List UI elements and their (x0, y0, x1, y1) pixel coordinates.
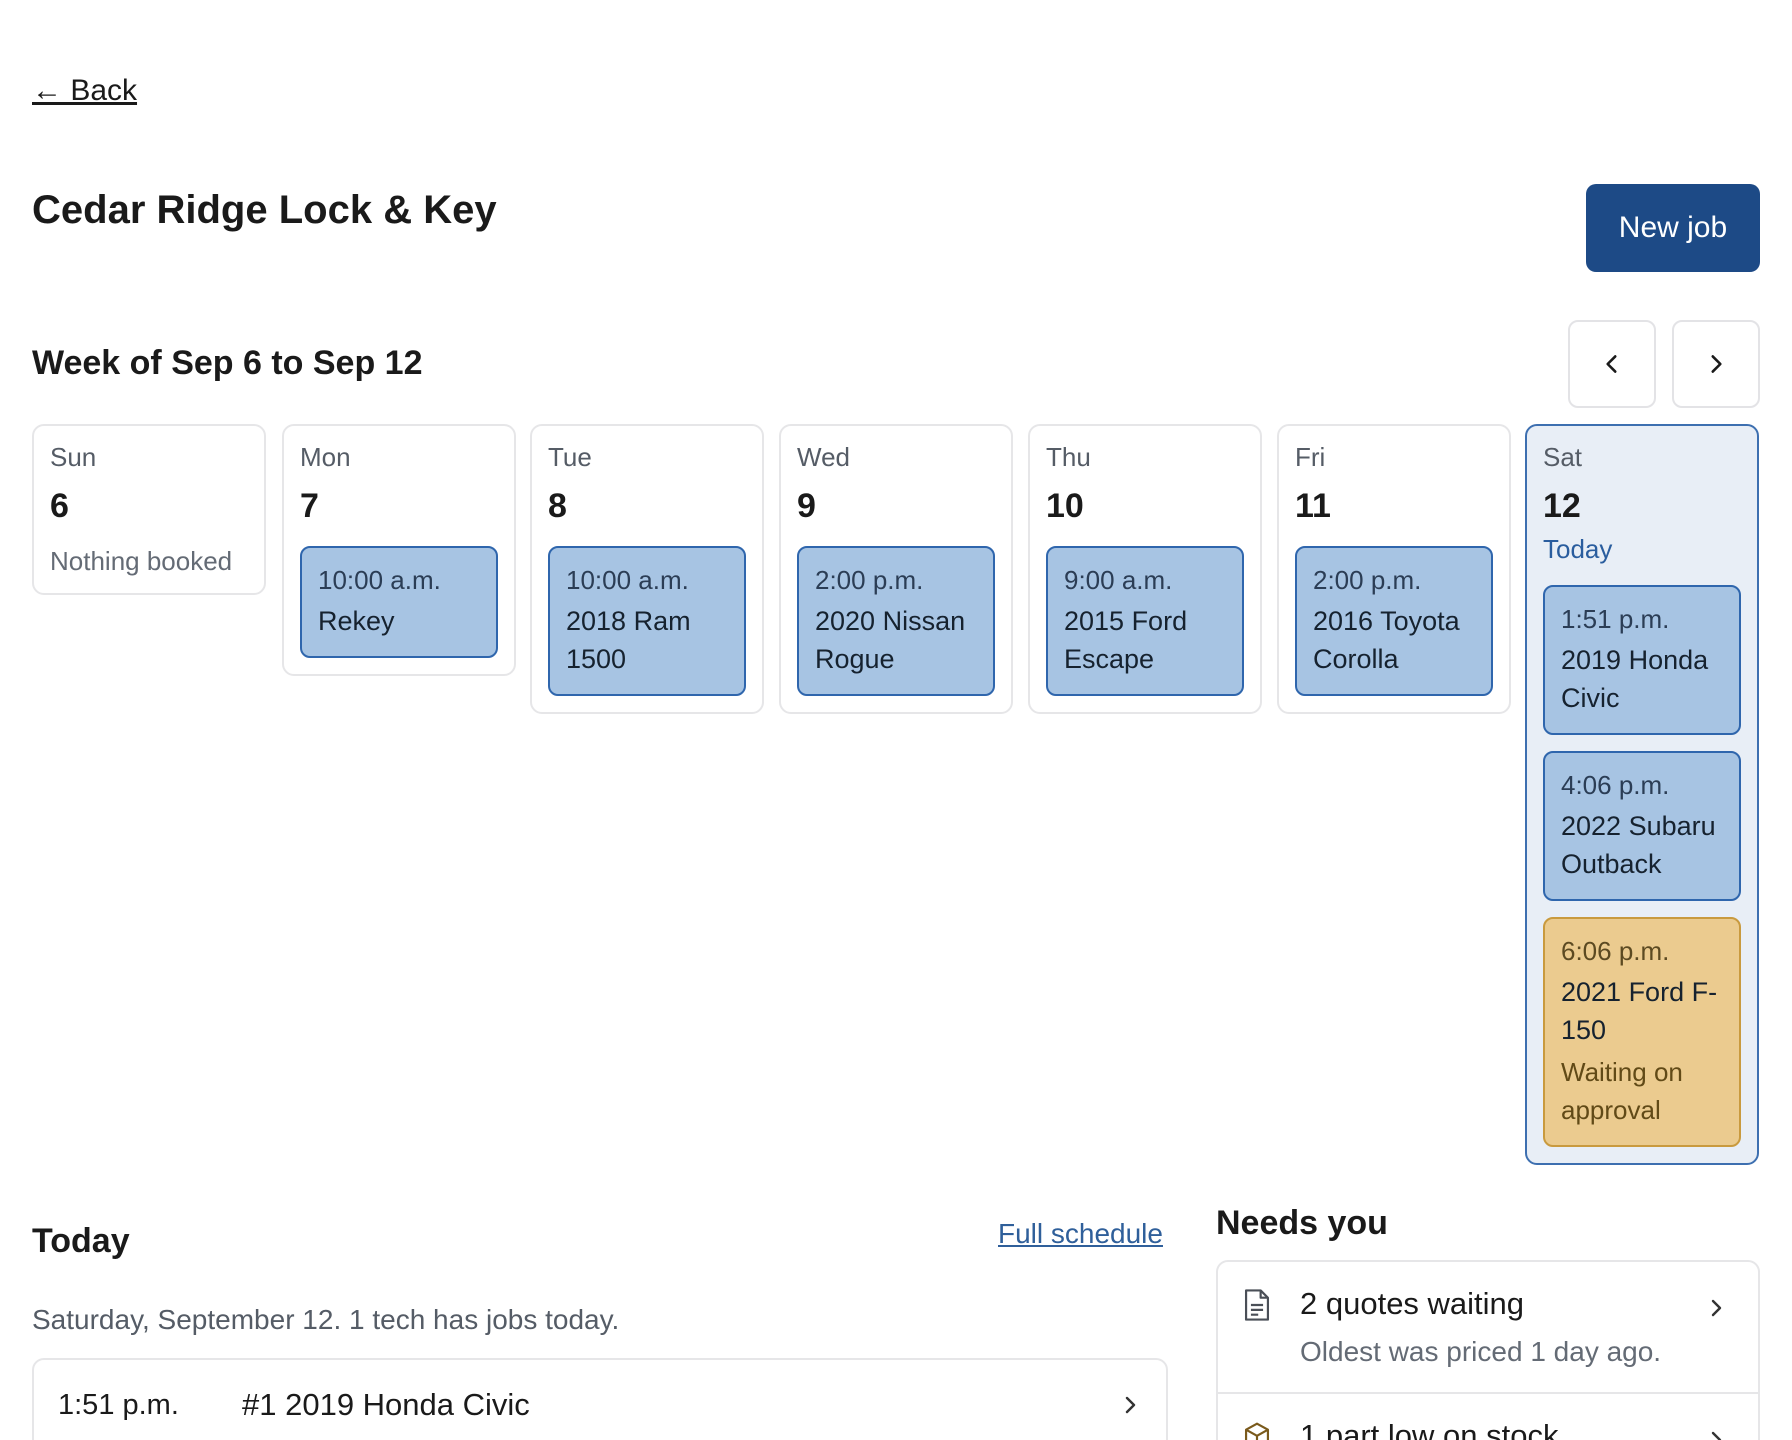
chevron-right-icon (1711, 1431, 1722, 1440)
new-job-button[interactable]: New job (1586, 184, 1760, 272)
next-week-button[interactable] (1672, 320, 1760, 408)
job-card[interactable]: 2:00 p.m. 2016 Toyota Corolla (1295, 546, 1493, 696)
job-card[interactable]: 9:00 a.m. 2015 Ford Escape (1046, 546, 1244, 696)
day-column-fri: Fri 11 2:00 p.m. 2016 Toyota Corolla (1277, 424, 1511, 714)
week-title: Week of Sep 6 to Sep 12 (32, 344, 423, 382)
day-number: 7 (300, 487, 319, 525)
box-icon (1244, 1422, 1270, 1440)
chevron-left-icon (1606, 355, 1617, 373)
day-name: Sun (50, 442, 97, 472)
job-card[interactable]: 1:51 p.m. 2019 Honda Civic (1543, 585, 1741, 735)
job-card[interactable]: 4:06 p.m. 2022 Subaru Outback (1543, 751, 1741, 901)
chevron-right-icon (1125, 1396, 1136, 1414)
today-job-row[interactable]: 1:51 p.m. #1 2019 Honda Civic (34, 1360, 1166, 1440)
job-label: Rekey (318, 606, 395, 636)
day-column-wed: Wed 9 2:00 p.m. 2020 Nissan Rogue (779, 424, 1013, 714)
day-name: Thu (1046, 442, 1091, 472)
day-name: Sat (1543, 442, 1583, 472)
job-time: 4:06 p.m. (1561, 770, 1670, 800)
job-label: 2019 Honda Civic (1561, 645, 1709, 713)
day-number: 12 (1543, 487, 1581, 525)
today-job-time: 1:51 p.m. (58, 1388, 179, 1421)
job-time: 1:51 p.m. (1561, 604, 1670, 634)
need-description: Oldest was priced 1 day ago. (1300, 1336, 1662, 1367)
job-label: 2015 Ford Escape (1064, 606, 1188, 674)
previous-week-button[interactable] (1568, 320, 1656, 408)
day-number: 6 (50, 487, 69, 525)
day-name: Tue (548, 442, 592, 472)
need-title: 2 quotes waiting (1300, 1286, 1525, 1321)
day-column-sun: Sun 6 Nothing booked (32, 424, 266, 595)
low-stock-item[interactable]: 1 part low on stock (1218, 1394, 1758, 1440)
empty-day-text: Nothing booked (50, 546, 233, 576)
chevron-right-icon (1711, 1299, 1722, 1317)
job-card[interactable]: 10:00 a.m. Rekey (300, 546, 498, 658)
back-link[interactable]: ← Back (32, 74, 137, 108)
need-title: 1 part low on stock (1300, 1418, 1559, 1440)
job-time: 2:00 p.m. (1313, 565, 1422, 595)
day-column-thu: Thu 10 9:00 a.m. 2015 Ford Escape (1028, 424, 1262, 714)
needs-you-panel: 2 quotes waiting Oldest was priced 1 day… (1216, 1260, 1760, 1440)
job-status-note: Waiting on approval (1561, 1057, 1683, 1125)
job-label: 2020 Nissan Rogue (815, 606, 966, 674)
job-time: 2:00 p.m. (815, 565, 924, 595)
job-time: 9:00 a.m. (1064, 565, 1173, 595)
page-title: Cedar Ridge Lock & Key (32, 188, 497, 232)
job-label: 2021 Ford F-150 (1561, 977, 1718, 1045)
today-job-label: #1 2019 Honda Civic (242, 1387, 530, 1422)
job-card[interactable]: 2:00 p.m. 2020 Nissan Rogue (797, 546, 995, 696)
day-name: Wed (797, 442, 850, 472)
today-summary: Saturday, September 12. 1 tech has jobs … (32, 1304, 620, 1335)
today-section-title: Today (32, 1222, 130, 1260)
job-time: 6:06 p.m. (1561, 936, 1670, 966)
job-label: 2018 Ram 1500 (566, 606, 691, 674)
day-name: Fri (1295, 442, 1326, 472)
day-number: 9 (797, 487, 816, 525)
job-label: 2022 Subaru Outback (1561, 811, 1716, 879)
day-number: 11 (1295, 487, 1331, 525)
chevron-right-icon (1711, 355, 1722, 373)
day-name: Mon (300, 442, 351, 472)
day-column-tue: Tue 8 10:00 a.m. 2018 Ram 1500 (530, 424, 764, 714)
quotes-waiting-item[interactable]: 2 quotes waiting Oldest was priced 1 day… (1218, 1262, 1758, 1394)
day-number: 8 (548, 487, 567, 525)
job-label: 2016 Toyota Corolla (1313, 606, 1460, 674)
today-jobs-list: 1:51 p.m. #1 2019 Honda Civic (32, 1358, 1168, 1440)
full-schedule-link[interactable]: Full schedule (998, 1218, 1163, 1250)
today-label: Today (1543, 534, 1613, 564)
day-column-sat: Sat 12 Today 1:51 p.m. 2019 Honda Civic … (1525, 424, 1759, 1165)
job-time: 10:00 a.m. (566, 565, 689, 595)
document-icon (1244, 1289, 1270, 1321)
job-time: 10:00 a.m. (318, 565, 441, 595)
day-number: 10 (1046, 487, 1084, 525)
job-card-pending[interactable]: 6:06 p.m. 2021 Ford F-150 Waiting on app… (1543, 917, 1741, 1147)
day-column-mon: Mon 7 10:00 a.m. Rekey (282, 424, 516, 676)
needs-you-title: Needs you (1216, 1204, 1388, 1242)
job-card[interactable]: 10:00 a.m. 2018 Ram 1500 (548, 546, 746, 696)
